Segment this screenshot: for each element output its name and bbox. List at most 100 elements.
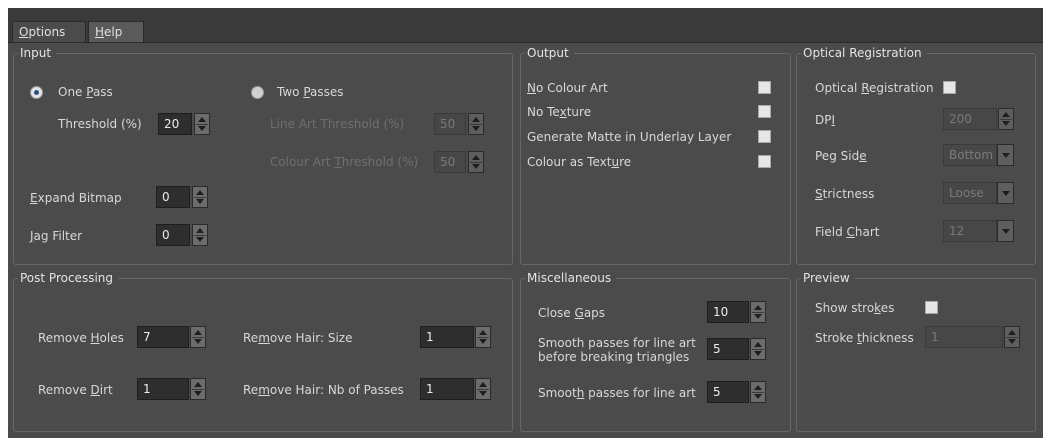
generate-matte-label: Generate Matte in Underlay Layer [527,130,732,144]
smooth-before-breaking-spinbox[interactable]: 5 [707,338,769,360]
vectorize-options-dialog: Options Help Input One Pass Two Passes T… [8,8,1043,438]
remove-holes-input[interactable]: 7 [137,326,189,348]
post-processing-group-title: Post Processing [18,271,118,285]
line-art-threshold-spinbox[interactable]: 50 [434,113,494,135]
colour-as-texture-checkbox[interactable] [758,155,771,168]
preview-group-title: Preview [801,271,855,285]
close-gaps-label: Close Gaps [538,306,606,320]
remove-holes-label: Remove Holes [38,331,124,345]
field-chart-dropdown[interactable]: 12 [943,220,1015,242]
preview-group: Preview Show strokes Stroke thickness 1 [796,271,1036,432]
no-colour-art-label: No Colour Art [527,81,608,95]
close-gaps-stepper[interactable] [750,301,766,323]
field-chart-label: Field Chart [815,225,880,239]
optical-registration-group: Optical Registration Optical Registratio… [796,46,1036,265]
chevron-down-icon[interactable] [997,182,1014,204]
expand-bitmap-input[interactable]: 0 [156,186,190,208]
stroke-thickness-input[interactable]: 1 [925,326,1003,348]
expand-bitmap-label: Expand Bitmap [30,191,122,205]
dpi-spinbox[interactable]: 200 [943,108,1015,130]
input-group: Input One Pass Two Passes Threshold (%) … [13,46,513,265]
remove-dirt-stepper[interactable] [190,378,206,400]
remove-holes-stepper[interactable] [190,326,206,348]
tab-separator [8,42,1043,43]
smooth-before-breaking-stepper[interactable] [750,338,766,360]
smooth-line-art-input[interactable]: 5 [707,381,749,403]
tab-options[interactable]: Options [12,21,86,43]
threshold-label: Threshold (%) [58,117,142,131]
peg-side-dropdown[interactable]: Bottom [943,144,1015,166]
remove-hair-passes-stepper[interactable] [475,378,491,400]
group-header-rule [58,53,506,54]
close-gaps-spinbox[interactable]: 10 [707,301,769,323]
colour-art-threshold-input[interactable]: 50 [434,151,466,173]
chevron-down-icon[interactable] [997,144,1014,166]
stroke-thickness-label: Stroke thickness [815,331,914,345]
smooth-line-art-label: Smooth passes for line art [538,386,696,400]
show-strokes-checkbox[interactable] [925,301,938,314]
group-header-rule [929,53,1029,54]
remove-dirt-input[interactable]: 1 [137,378,189,400]
one-pass-label[interactable]: One Pass [58,84,113,100]
threshold-stepper[interactable] [194,113,210,135]
field-chart-value[interactable]: 12 [943,220,997,242]
remove-dirt-spinbox[interactable]: 1 [137,378,209,400]
chevron-down-icon[interactable] [997,220,1014,242]
group-header-rule [618,278,784,279]
stroke-thickness-spinbox[interactable]: 1 [925,326,1021,348]
expand-bitmap-stepper[interactable] [192,186,208,208]
colour-as-texture-label: Colour as Texture [527,155,632,169]
output-group-title: Output [525,46,574,60]
remove-hair-passes-input[interactable]: 1 [420,378,474,400]
dpi-label: DPI [815,113,836,127]
peg-side-value[interactable]: Bottom [943,144,997,166]
smooth-before-breaking-label-line2: before breaking triangles [538,350,690,364]
show-strokes-label: Show strokes [815,301,895,315]
post-processing-group: Post Processing Remove Holes 7 Remove Ha… [13,271,513,432]
jag-filter-spinbox[interactable]: 0 [156,224,216,246]
colour-art-threshold-spinbox[interactable]: 50 [434,151,494,173]
remove-hair-size-stepper[interactable] [475,326,491,348]
peg-side-label: Peg Side [815,149,867,163]
threshold-spinbox[interactable]: 20 [158,113,218,135]
threshold-input[interactable]: 20 [158,113,192,135]
dpi-input[interactable]: 200 [943,108,997,130]
remove-hair-passes-label: Remove Hair: Nb of Passes [243,383,404,397]
no-texture-label: No Texture [527,105,592,119]
input-group-title: Input [18,46,57,60]
remove-hair-size-label: Remove Hair: Size [243,331,353,345]
two-passes-radio[interactable] [251,86,264,99]
smooth-before-breaking-input[interactable]: 5 [707,338,749,360]
remove-hair-size-input[interactable]: 1 [420,326,474,348]
jag-filter-label: Jag Filter [30,229,83,243]
remove-holes-spinbox[interactable]: 7 [137,326,209,348]
two-passes-label[interactable]: Two Passes [277,84,344,100]
group-header-rule [857,278,1029,279]
strictness-dropdown[interactable]: Loose [943,182,1015,204]
optical-registration-checkbox[interactable] [943,81,956,94]
colour-art-threshold-stepper[interactable] [468,151,484,173]
optical-registration-label: Optical Registration [815,81,934,95]
no-texture-checkbox[interactable] [758,105,771,118]
strictness-label: Strictness [815,187,875,201]
tab-help[interactable]: Help [88,21,144,42]
colour-art-threshold-label: Colour Art Threshold (%) [270,155,419,169]
line-art-threshold-stepper[interactable] [468,113,484,135]
stroke-thickness-stepper[interactable] [1004,326,1020,348]
dpi-stepper[interactable] [998,108,1014,130]
smooth-line-art-spinbox[interactable]: 5 [707,381,769,403]
strictness-value[interactable]: Loose [943,182,997,204]
remove-hair-passes-spinbox[interactable]: 1 [420,378,494,400]
smooth-line-art-stepper[interactable] [750,381,766,403]
close-gaps-input[interactable]: 10 [707,301,749,323]
line-art-threshold-input[interactable]: 50 [434,113,466,135]
one-pass-radio[interactable] [30,86,43,99]
expand-bitmap-spinbox[interactable]: 0 [156,186,216,208]
generate-matte-checkbox[interactable] [758,130,771,143]
miscellaneous-group-title: Miscellaneous [525,271,617,285]
jag-filter-stepper[interactable] [192,224,208,246]
jag-filter-input[interactable]: 0 [156,224,190,246]
group-header-rule [576,53,784,54]
no-colour-art-checkbox[interactable] [758,81,771,94]
remove-hair-size-spinbox[interactable]: 1 [420,326,494,348]
